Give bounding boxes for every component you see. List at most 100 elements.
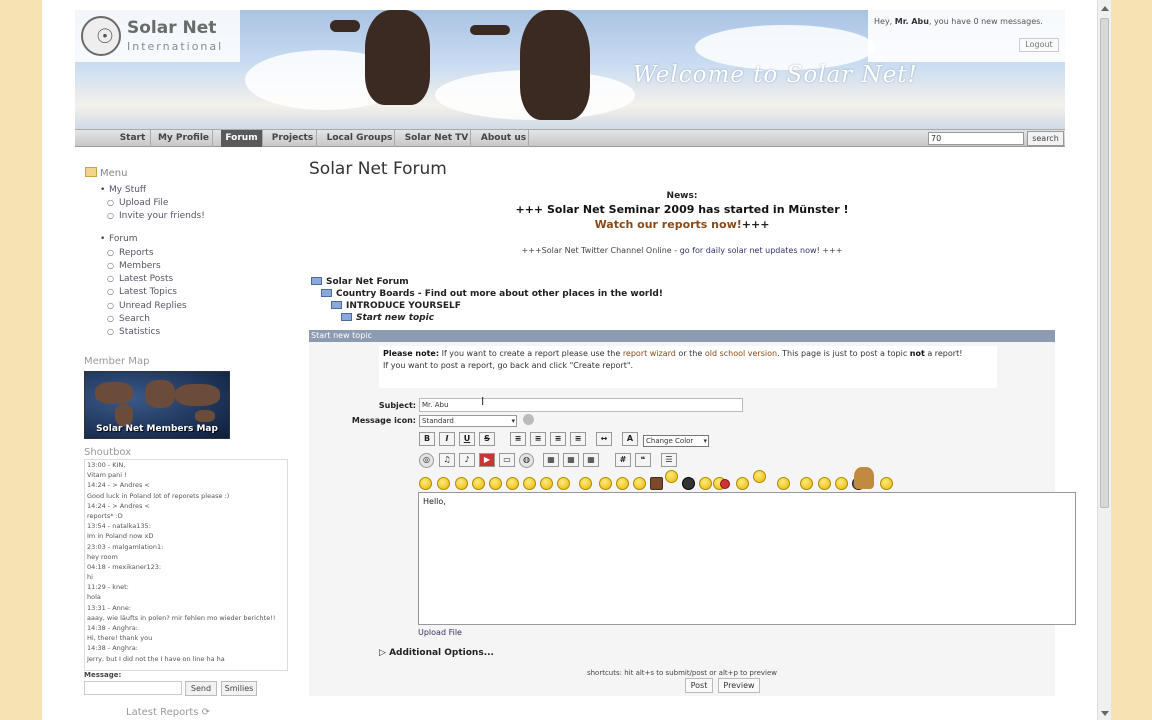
old-school-link[interactable]: old school version (705, 349, 777, 358)
sidebar-item-reports[interactable]: Reports (107, 248, 153, 258)
smiley-icon[interactable] (682, 477, 695, 490)
breadcrumb-forum[interactable]: Solar Net Forum (311, 277, 409, 287)
smiley-icon[interactable] (599, 477, 612, 490)
smiley-icon[interactable] (489, 477, 502, 490)
justify-icon[interactable]: ≡ (570, 432, 586, 446)
sidebar-item-forum[interactable]: Forum (100, 234, 137, 244)
nav-item-start[interactable]: Start (115, 130, 151, 147)
smiley-icon[interactable] (800, 477, 813, 490)
smiley-icon[interactable] (777, 477, 790, 490)
music-icon[interactable]: ♪ (459, 453, 475, 467)
globe-icon[interactable]: ◍ (519, 453, 534, 468)
sidebar-item-statistics[interactable]: Statistics (107, 327, 160, 337)
youtube-icon[interactable]: ▶ (479, 453, 495, 467)
quote-icon[interactable]: ❝ (635, 453, 651, 467)
list-icon[interactable]: ☰ (661, 453, 677, 467)
search-button[interactable]: search (1027, 131, 1064, 146)
smiley-icon[interactable] (616, 477, 629, 490)
shoutbox-list[interactable]: 13:00 - KIN, Vitam pani ! 14:24 - > Andr… (84, 459, 288, 671)
scroll-down-icon[interactable] (1101, 711, 1109, 716)
latest-reports-title[interactable]: Latest Reports ⟳ (126, 707, 210, 718)
watch-reports-link[interactable]: Watch our reports now! (595, 218, 742, 231)
strikethrough-button[interactable]: S (479, 432, 495, 446)
horizontal-rule-icon[interactable]: ↔ (596, 432, 612, 446)
smiley-icon[interactable] (818, 477, 831, 490)
header-photo-figure (365, 10, 430, 105)
message-textarea[interactable]: Hello, (418, 492, 1076, 625)
sidebar-item-invite-friends[interactable]: Invite your friends! (107, 211, 205, 221)
message-icon-preview (523, 414, 534, 425)
nav-item-forum[interactable]: Forum (221, 130, 263, 147)
smiley-icon[interactable] (736, 477, 749, 490)
shout-smilies-button[interactable]: Smilies (221, 681, 257, 696)
breadcrumb-introduce-yourself[interactable]: INTRODUCE YOURSELF (331, 301, 461, 311)
change-color-select[interactable]: Change Color (643, 435, 709, 447)
table-row-icon[interactable]: ▦ (563, 453, 579, 467)
page-title: Solar Net Forum (309, 159, 447, 179)
shout-message-input[interactable] (84, 681, 182, 695)
dancing-figure-icon[interactable] (854, 467, 874, 489)
align-center-icon[interactable]: ≡ (530, 432, 546, 446)
align-left-icon[interactable]: ≡ (510, 432, 526, 446)
nav-item-my-profile[interactable]: My Profile (155, 130, 213, 147)
nav-item-about-us[interactable]: About us (479, 130, 529, 147)
heart-icon[interactable] (720, 479, 730, 489)
smiley-icon[interactable] (455, 477, 468, 490)
flash-icon[interactable]: ♫ (439, 453, 455, 467)
folder-icon (331, 301, 342, 309)
code-icon[interactable]: # (615, 453, 631, 467)
underline-button[interactable]: U (459, 432, 475, 446)
align-right-icon[interactable]: ≡ (550, 432, 566, 446)
font-size-icon[interactable]: A (622, 432, 638, 446)
site-logo[interactable]: ☉ Solar Net International (75, 10, 240, 62)
sidebar-item-my-stuff[interactable]: My Stuff (100, 185, 146, 195)
message-icon-select[interactable]: Standard (419, 415, 517, 427)
member-map-image[interactable]: Solar Net Members Map (84, 371, 230, 439)
smiley-icon[interactable] (633, 477, 646, 490)
logout-button[interactable]: Logout (1019, 38, 1059, 52)
post-button[interactable]: Post (685, 678, 713, 693)
sidebar-item-unread-replies[interactable]: Unread Replies (107, 301, 187, 311)
user-name[interactable]: Mr. Abu (895, 17, 929, 26)
smiley-icon[interactable] (880, 477, 893, 490)
scroll-thumb[interactable] (1100, 18, 1109, 508)
smiley-icon[interactable] (579, 477, 592, 490)
smiley-icon[interactable] (699, 477, 712, 490)
nav-item-local-groups[interactable]: Local Groups (325, 130, 395, 147)
bold-button[interactable]: B (419, 432, 435, 446)
sidebar-item-latest-posts[interactable]: Latest Posts (107, 274, 173, 284)
smiley-icon[interactable] (506, 477, 519, 490)
cake-icon[interactable] (650, 477, 663, 490)
smiley-icon[interactable] (540, 477, 553, 490)
italic-button[interactable]: I (439, 432, 455, 446)
nav-item-projects[interactable]: Projects (269, 130, 317, 147)
smiley-icon[interactable] (665, 470, 678, 483)
subject-input[interactable]: Mr. Abu (419, 398, 743, 412)
additional-options-toggle[interactable]: Additional Options... (379, 648, 494, 658)
page-scrollbar[interactable] (1097, 0, 1111, 720)
preview-button[interactable]: Preview (718, 678, 760, 693)
smiley-icon[interactable] (523, 477, 536, 490)
smiley-icon[interactable] (419, 477, 432, 490)
sidebar-item-latest-topics[interactable]: Latest Topics (107, 287, 177, 297)
search-input[interactable]: 70 (928, 132, 1024, 145)
sidebar-item-members[interactable]: Members (107, 261, 161, 271)
table-cell-icon[interactable]: ▦ (583, 453, 599, 467)
smiley-icon[interactable] (557, 477, 570, 490)
smiley-icon[interactable] (437, 477, 450, 490)
smiley-icon[interactable] (835, 477, 848, 490)
table-icon[interactable]: ▦ (543, 453, 559, 467)
sidebar-item-upload-file[interactable]: Upload File (107, 198, 169, 208)
breadcrumb-country-boards[interactable]: Country Boards - Find out more about oth… (321, 289, 663, 299)
upload-file-link[interactable]: Upload File (418, 628, 462, 637)
nav-item-solar-net-tv[interactable]: Solar Net TV (403, 130, 471, 147)
video-icon[interactable]: ▭ (499, 453, 515, 467)
smiley-icon[interactable] (472, 477, 485, 490)
web-link-icon[interactable]: ◎ (419, 453, 434, 468)
sidebar-item-search[interactable]: Search (107, 314, 150, 324)
scroll-up-icon[interactable] (1101, 6, 1109, 11)
smiley-icon[interactable] (753, 470, 766, 483)
shout-send-button[interactable]: Send (185, 681, 217, 696)
twitter-link[interactable]: go for daily solar net updates now! (680, 246, 820, 255)
report-wizard-link[interactable]: report wizard (623, 349, 676, 358)
